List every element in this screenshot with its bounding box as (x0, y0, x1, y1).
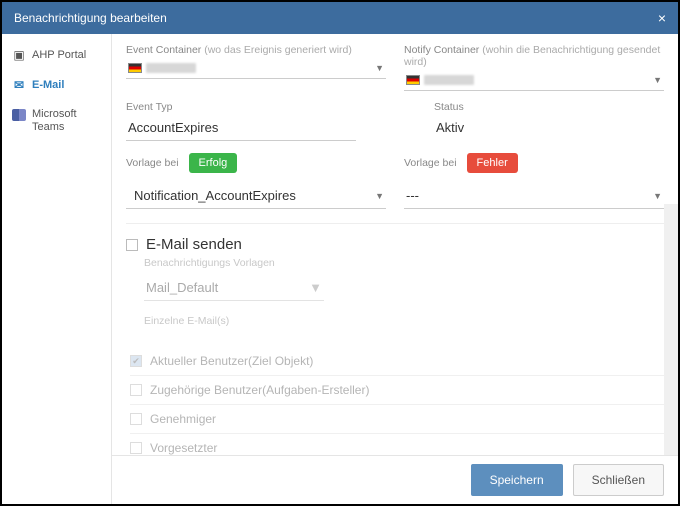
recipient-option[interactable]: Aktueller Benutzer(Ziel Objekt) (130, 347, 664, 376)
vorlage-erfolg-select[interactable]: Notification_AccountExpires ▼ (126, 183, 386, 209)
sidebar-item-label: AHP Portal (32, 49, 86, 61)
recipient-label: Zugehörige Benutzer(Aufgaben-Ersteller) (150, 383, 369, 397)
checkbox-icon (130, 384, 142, 396)
flag-icon (406, 75, 420, 85)
recipient-option[interactable]: Zugehörige Benutzer(Aufgaben-Ersteller) (130, 376, 664, 405)
event-container-label: Event Container (wo das Ereignis generie… (126, 44, 386, 56)
recipient-label: Aktueller Benutzer(Ziel Objekt) (150, 354, 313, 368)
form-area: Event Container (wo das Ereignis generie… (112, 34, 678, 455)
dialog-footer: Speichern Schließen (112, 455, 678, 504)
scrollbar[interactable] (664, 204, 678, 455)
mail-vorlage-select[interactable]: Mail_Default ▼ (144, 275, 324, 301)
dialog-titlebar: Benachrichtigung bearbeiten × (2, 2, 678, 34)
sidebar-item-label: E-Mail (32, 79, 64, 91)
sidebar-item-ahp-portal[interactable]: ▣ AHP Portal (2, 40, 111, 70)
email-senden-toggle[interactable]: E-Mail senden (126, 236, 664, 253)
vorlage-fehler-label: Vorlage bei Fehler (404, 153, 518, 173)
event-container-value (128, 63, 196, 73)
dialog-title: Benachrichtigung bearbeiten (14, 11, 167, 25)
status-value: Aktiv (434, 115, 664, 140)
fehler-badge: Fehler (467, 153, 518, 173)
erfolg-badge: Erfolg (189, 153, 238, 173)
checkbox-icon (130, 413, 142, 425)
teams-icon (12, 108, 26, 122)
einzelne-label: Einzelne E-Mail(s) (144, 315, 664, 327)
save-button[interactable]: Speichern (471, 464, 563, 496)
checkbox-icon (130, 442, 142, 454)
close-icon[interactable]: × (658, 10, 666, 26)
event-typ-label: Event Typ (126, 101, 356, 113)
vorlage-fehler-select[interactable]: --- ▼ (404, 183, 664, 209)
event-container-select[interactable]: ▼ (126, 58, 386, 79)
notify-container-label: Notify Container (wohin die Benachrichti… (404, 44, 664, 68)
recipients-list: Aktueller Benutzer(Ziel Objekt) Zugehöri… (130, 347, 664, 455)
sidebar: ▣ AHP Portal ✉ E-Mail Microsoft Teams (2, 34, 112, 504)
close-button[interactable]: Schließen (573, 464, 664, 496)
flag-icon (128, 63, 142, 73)
chevron-down-icon: ▼ (653, 191, 662, 201)
recipient-label: Genehmiger (150, 412, 216, 426)
vorlage-fehler-value: --- (406, 188, 419, 203)
chevron-down-icon: ▼ (375, 63, 384, 73)
chevron-down-icon: ▼ (375, 191, 384, 201)
recipient-option[interactable]: Vorgesetzter (130, 434, 664, 455)
notify-container-select[interactable]: ▼ (404, 70, 664, 91)
email-icon: ✉ (12, 78, 26, 92)
chevron-down-icon: ▼ (309, 280, 322, 295)
portal-icon: ▣ (12, 48, 26, 62)
vorlage-erfolg-label: Vorlage bei Erfolg (126, 153, 237, 173)
sidebar-item-label: Microsoft Teams (32, 108, 101, 134)
email-senden-label: E-Mail senden (146, 236, 242, 253)
vorlage-erfolg-value: Notification_AccountExpires (128, 188, 296, 203)
notify-container-value (406, 75, 474, 85)
sidebar-item-email[interactable]: ✉ E-Mail (2, 70, 111, 100)
status-label: Status (434, 101, 664, 113)
sidebar-item-teams[interactable]: Microsoft Teams (2, 100, 111, 142)
chevron-down-icon: ▼ (653, 75, 662, 85)
checkbox-icon (126, 239, 138, 251)
recipient-label: Vorgesetzter (150, 441, 217, 455)
vorlagen-label: Benachrichtigungs Vorlagen (144, 257, 664, 269)
event-typ-value: AccountExpires (126, 115, 356, 141)
recipient-option[interactable]: Genehmiger (130, 405, 664, 434)
checkbox-icon (130, 355, 142, 367)
mail-vorlage-value: Mail_Default (146, 280, 218, 295)
